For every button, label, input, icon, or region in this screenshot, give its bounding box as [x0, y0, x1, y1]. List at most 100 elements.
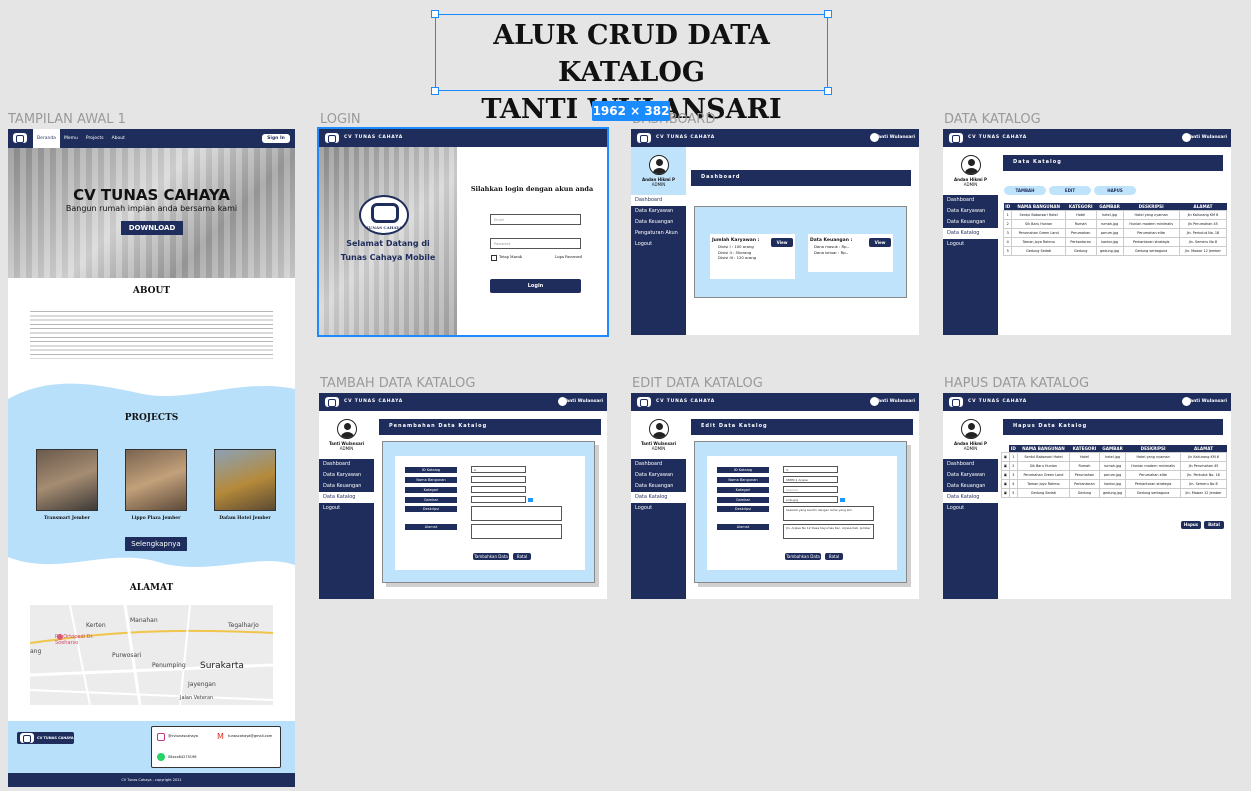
deskripsi-input[interactable]: Sekolah yang berdiri dengan lama yang ki…: [783, 506, 874, 521]
frame-label-edit[interactable]: EDIT DATA KATALOG: [632, 376, 763, 391]
instagram-icon[interactable]: [157, 733, 165, 741]
resize-handle[interactable]: [431, 87, 439, 95]
gambar-input[interactable]: [471, 496, 526, 503]
user-name[interactable]: Tanti Wulansari: [1188, 393, 1227, 411]
nav-about[interactable]: About: [108, 129, 129, 148]
nav-menu[interactable]: Memu: [60, 129, 82, 148]
table-row[interactable]: ▣ 1 Sentul Babarsari Hotel Hotel hotel.jpg Ho…: [1001, 452, 1227, 462]
user-name[interactable]: Tanti Wulansari: [876, 393, 915, 411]
whatsapp-icon[interactable]: [157, 753, 165, 761]
sidebar-item-dashboard[interactable]: Dashboard: [631, 459, 686, 470]
gambar-input[interactable]: smp.jpg: [783, 496, 838, 503]
download-button[interactable]: DOWNLOAD: [121, 221, 183, 235]
nama-input[interactable]: SMPN 2 Arjasa: [783, 476, 838, 483]
gmail-icon[interactable]: M: [217, 732, 224, 741]
tambahkan-data-button[interactable]: Tambahkan Data: [785, 553, 821, 560]
hapus-button[interactable]: HAPUS: [1094, 186, 1136, 195]
email-address[interactable]: tunascahaya@gmail.com: [228, 734, 272, 738]
frame-label-login[interactable]: LOGIN: [320, 112, 361, 127]
password-input[interactable]: Password: [490, 238, 581, 249]
alamat-input[interactable]: [471, 524, 562, 539]
board-title[interactable]: ALUR CRUD DATA KATALOG TANTI WULANSARI: [435, 14, 828, 125]
table-row[interactable]: 4 Taman Joyo Rahmo Perkantoran kantor.jpg Pe…: [1002, 237, 1228, 247]
batal-button[interactable]: Batal: [825, 553, 843, 560]
sidebar-item-logout[interactable]: Logout: [631, 503, 686, 514]
sidebar-item-dashboard[interactable]: Dashboard: [319, 459, 374, 470]
table-row[interactable]: 1 Sentul Babarsari Hotel Hotel hotel.jpg Hot…: [1002, 210, 1228, 220]
nama-input[interactable]: [471, 476, 526, 483]
sidebar-item-keuangan[interactable]: Data Keuangan: [319, 481, 374, 492]
sidebar-item-katalog[interactable]: Data Katalog: [943, 228, 998, 239]
id-input[interactable]: 3: [783, 466, 838, 473]
sidebar-item-dashboard[interactable]: Dashboard: [943, 459, 998, 470]
view-keuangan-button[interactable]: View: [869, 238, 891, 247]
sidebar-item-karyawan[interactable]: Data Karyawan: [319, 470, 374, 481]
forgot-password-link[interactable]: Lupa Password: [555, 255, 582, 259]
batal-button[interactable]: Batal: [1204, 521, 1224, 529]
user-name[interactable]: Tanti Wulansari: [564, 393, 603, 411]
sidebar-item-dashboard[interactable]: Dashboard: [943, 195, 998, 206]
table-row[interactable]: ▣ 2 Sik Baru Hunian Rumah rumah.jpg Hunian mo…: [1001, 461, 1227, 471]
resize-handle[interactable]: [824, 87, 832, 95]
location-map[interactable]: Kerten Manahan Tegalharjo RS Ortopedi Dr…: [30, 605, 273, 705]
login-button[interactable]: Login: [490, 279, 581, 293]
signin-button[interactable]: Sign In: [262, 134, 290, 143]
sidebar-item-keuangan[interactable]: Data Keuangan: [943, 481, 998, 492]
sidebar-item-dashboard[interactable]: Dashboard: [631, 195, 686, 206]
row-checkbox[interactable]: ▣: [1001, 452, 1010, 462]
folder-icon[interactable]: [840, 497, 845, 502]
resize-handle[interactable]: [431, 10, 439, 18]
hapus-confirm-button[interactable]: Hapus: [1181, 521, 1201, 529]
frame-label-hapus[interactable]: HAPUS DATA KATALOG: [944, 376, 1089, 391]
whatsapp-number[interactable]: 08xxx84275196: [168, 755, 196, 759]
sidebar-item-karyawan[interactable]: Data Karyawan: [631, 470, 686, 481]
table-row[interactable]: 3 Perumahan Green Land Perumahan perum.jpg P…: [1002, 228, 1228, 238]
sidebar-item-keuangan[interactable]: Data Keuangan: [943, 217, 998, 228]
folder-icon[interactable]: [528, 497, 533, 502]
sidebar-item-keuangan[interactable]: Data Keuangan: [631, 481, 686, 492]
sidebar-item-katalog[interactable]: Data Katalog: [943, 492, 998, 503]
user-name[interactable]: Tanti Wulansari: [876, 129, 915, 147]
table-row[interactable]: ▣ 3 Perumahan Green Land Perumahan perum.jpg…: [1001, 470, 1227, 480]
instagram-handle[interactable]: @cvtunascahaya: [168, 734, 198, 738]
kategori-input[interactable]: [471, 486, 526, 493]
sidebar-item-karyawan[interactable]: Data Karyawan: [631, 206, 686, 217]
row-checkbox[interactable]: ▣: [1001, 488, 1010, 498]
sidebar-item-katalog[interactable]: Data Katalog: [319, 492, 374, 503]
sidebar-item-akun[interactable]: Pengaturan Akun: [631, 228, 686, 239]
frame-label-tambah[interactable]: TAMBAH DATA KATALOG: [320, 376, 475, 391]
tambah-button[interactable]: TAMBAH: [1004, 186, 1046, 195]
email-input[interactable]: Email: [490, 214, 581, 225]
remember-checkbox[interactable]: [491, 255, 497, 261]
table-row[interactable]: 2 Sik Baru Hunian Rumah rumah.jpg Hunian mod…: [1002, 219, 1228, 229]
project-image[interactable]: [214, 449, 276, 511]
frame-label-awal[interactable]: TAMPILAN AWAL 1: [8, 112, 126, 127]
sidebar-item-karyawan[interactable]: Data Karyawan: [943, 470, 998, 481]
edit-button[interactable]: EDIT: [1049, 186, 1091, 195]
sidebar-item-katalog[interactable]: Data Katalog: [631, 492, 686, 503]
sidebar-item-karyawan[interactable]: Data Karyawan: [943, 206, 998, 217]
frame-label-katalog[interactable]: DATA KATALOG: [944, 112, 1041, 127]
sidebar-item-logout[interactable]: Logout: [943, 503, 998, 514]
sidebar-item-logout[interactable]: Logout: [943, 239, 998, 250]
nav-beranda[interactable]: Beranda: [33, 129, 60, 148]
row-checkbox[interactable]: ▣: [1001, 479, 1010, 489]
user-name[interactable]: Tanti Wulansari: [1188, 129, 1227, 147]
sidebar-item-logout[interactable]: Logout: [631, 239, 686, 250]
tambahkan-data-button[interactable]: Tambahkan Data: [473, 553, 509, 560]
row-checkbox[interactable]: ▣: [1001, 470, 1010, 480]
resize-handle[interactable]: [824, 10, 832, 18]
selengkapnya-button[interactable]: Selengkapnya: [125, 537, 187, 551]
id-input[interactable]: 0: [471, 466, 526, 473]
deskripsi-input[interactable]: [471, 506, 562, 521]
table-row[interactable]: 5 Gedung Sedati Gedung gedung.jpg Gedung ser…: [1002, 246, 1228, 256]
table-row[interactable]: ▣ 5 Gedung Sedati Gedung gedung.jpg Gedung se…: [1001, 488, 1227, 498]
row-checkbox[interactable]: ▣: [1001, 461, 1010, 471]
project-image[interactable]: [125, 449, 187, 511]
view-karyawan-button[interactable]: View: [771, 238, 793, 247]
kategori-input[interactable]: Sekolah: [783, 486, 838, 493]
sidebar-item-keuangan[interactable]: Data Keuangan: [631, 217, 686, 228]
batal-button[interactable]: Batal: [513, 553, 531, 560]
project-image[interactable]: [36, 449, 98, 511]
nav-projects[interactable]: Projects: [82, 129, 108, 148]
